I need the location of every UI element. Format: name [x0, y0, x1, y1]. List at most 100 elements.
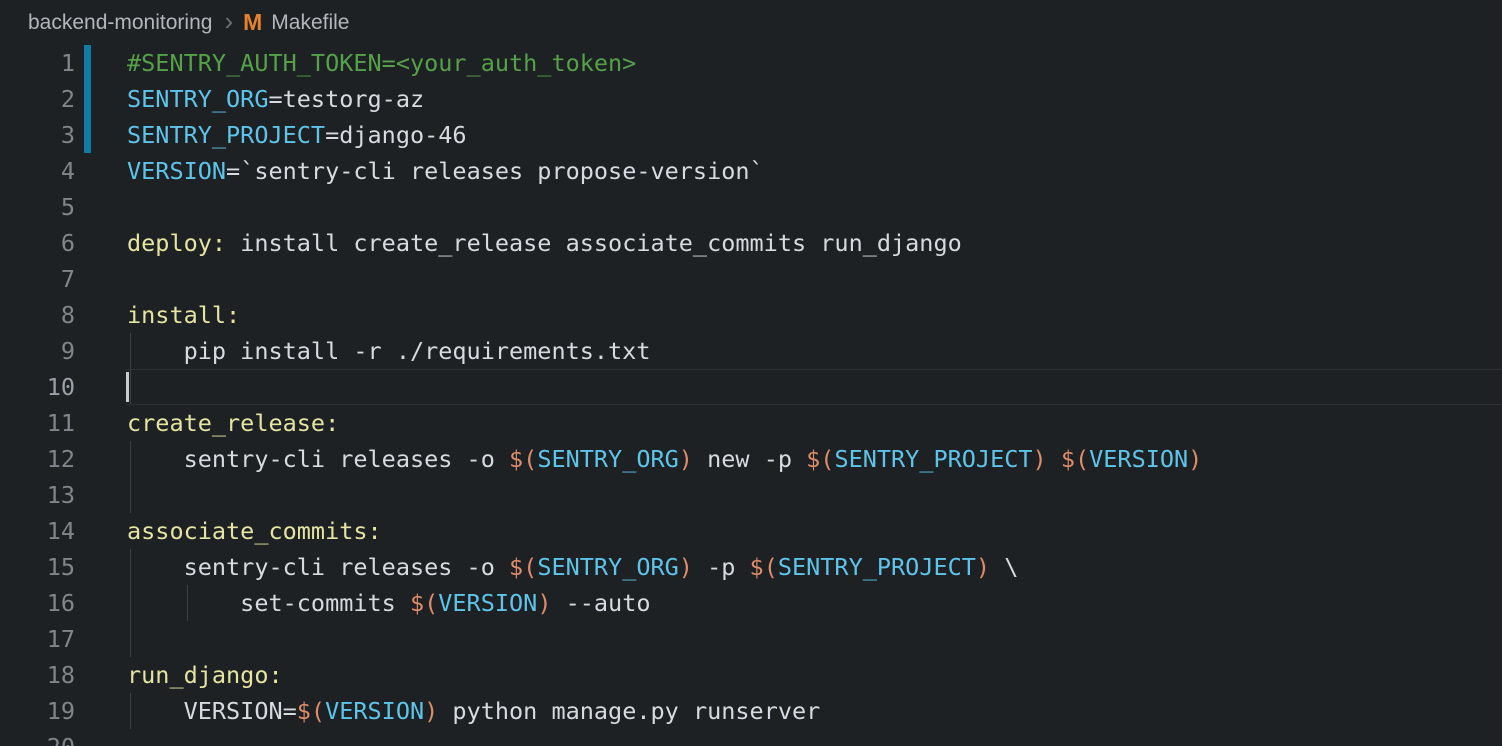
code-text: deploy: install create_release associate…: [127, 225, 962, 261]
indent-guide: [130, 621, 131, 657]
line-number[interactable]: 17: [0, 621, 75, 657]
token-target: associate_commits:: [127, 517, 382, 545]
line-number[interactable]: 18: [0, 657, 75, 693]
indent-guide: [130, 369, 131, 405]
token-punct: $(: [509, 445, 537, 473]
chevron-right-icon: ›: [224, 8, 233, 34]
token-punct: ): [1033, 445, 1047, 473]
token-var: SENTRY_PROJECT: [127, 121, 325, 149]
token-punct: ): [537, 589, 551, 617]
token-comment: #SENTRY_AUTH_TOKEN=<your_auth_token>: [127, 49, 636, 77]
code-editor[interactable]: 1 #SENTRY_AUTH_TOKEN=<your_auth_token> 2 SE…: [0, 45, 1502, 746]
code-line[interactable]: 17: [0, 621, 1502, 657]
token-punct: $(: [806, 445, 834, 473]
editor-window: backend-monitoring › M Makefile 1 #SENTRY…: [0, 0, 1502, 746]
line-number[interactable]: 7: [0, 261, 75, 297]
line-number[interactable]: 20: [0, 729, 75, 746]
token-target: create_release:: [127, 409, 339, 437]
line-number[interactable]: 15: [0, 549, 75, 585]
code-line[interactable]: 4 VERSION=`sentry-cli releases propose-ve…: [0, 153, 1502, 189]
line-number[interactable]: 3: [0, 117, 75, 153]
token-punct: $(: [750, 553, 778, 581]
token-text: python manage.py runserver: [438, 697, 820, 725]
token-text: =django-46: [325, 121, 466, 149]
code-line[interactable]: 15 sentry-cli releases -o $(SENTRY_ORG) …: [0, 549, 1502, 585]
token-var: SENTRY_ORG: [127, 85, 268, 113]
token-text: -p: [693, 553, 750, 581]
code-line[interactable]: 11 create_release:: [0, 405, 1502, 441]
token-target: install:: [127, 301, 240, 329]
token-text: =`sentry-cli releases propose-version`: [226, 157, 764, 185]
code-line[interactable]: 3 SENTRY_PROJECT=django-46: [0, 117, 1502, 153]
line-number[interactable]: 8: [0, 297, 75, 333]
code-text: run_django:: [127, 657, 283, 693]
token-punct: $(: [410, 589, 438, 617]
token-punct: ): [1188, 445, 1202, 473]
code-line[interactable]: 7: [0, 261, 1502, 297]
token-var: SENTRY_ORG: [537, 445, 678, 473]
code-text: create_release:: [127, 405, 339, 441]
token-punct: ): [424, 697, 438, 725]
text-cursor: [126, 372, 129, 402]
code-text: install:: [127, 297, 240, 333]
code-line[interactable]: 18 run_django:: [0, 657, 1502, 693]
code-line[interactable]: 8 install:: [0, 297, 1502, 333]
breadcrumb-folder[interactable]: backend-monitoring: [28, 11, 212, 35]
token-punct: ): [679, 553, 693, 581]
code-line[interactable]: 20: [0, 729, 1502, 746]
code-text: SENTRY_ORG=testorg-az: [127, 81, 424, 117]
code-line[interactable]: 19 VERSION=$(VERSION) python manage.py r…: [0, 693, 1502, 729]
code-line[interactable]: 5: [0, 189, 1502, 225]
token-text: pip install -r ./requirements.txt: [127, 337, 650, 365]
code-line[interactable]: 13: [0, 477, 1502, 513]
code-line[interactable]: 16 set-commits $(VERSION) --auto: [0, 585, 1502, 621]
line-number[interactable]: 1: [0, 45, 75, 81]
token-punct: ): [679, 445, 693, 473]
code-line[interactable]: 9 pip install -r ./requirements.txt: [0, 333, 1502, 369]
line-number[interactable]: 13: [0, 477, 75, 513]
token-text: =testorg-az: [268, 85, 424, 113]
line-number[interactable]: 5: [0, 189, 75, 225]
code-line[interactable]: 10: [0, 369, 1502, 405]
token-var: VERSION: [438, 589, 537, 617]
code-line[interactable]: 6 deploy: install create_release associat…: [0, 225, 1502, 261]
token-text: new -p: [693, 445, 806, 473]
line-number[interactable]: 10: [0, 369, 75, 405]
makefile-icon: M: [243, 11, 262, 34]
code-line[interactable]: 1 #SENTRY_AUTH_TOKEN=<your_auth_token>: [0, 45, 1502, 81]
code-text: set-commits $(VERSION) --auto: [127, 585, 651, 621]
line-number[interactable]: 14: [0, 513, 75, 549]
line-number[interactable]: 4: [0, 153, 75, 189]
indent-guide: [130, 477, 131, 513]
line-number[interactable]: 11: [0, 405, 75, 441]
code-line[interactable]: 14 associate_commits:: [0, 513, 1502, 549]
code-text: #SENTRY_AUTH_TOKEN=<your_auth_token>: [127, 45, 636, 81]
code-line[interactable]: 12 sentry-cli releases -o $(SENTRY_ORG) …: [0, 441, 1502, 477]
modified-indicator-bar: [84, 81, 91, 117]
token-text: VERSION=: [127, 697, 297, 725]
token-var: SENTRY_PROJECT: [834, 445, 1032, 473]
current-line-highlight: [126, 369, 1502, 405]
line-number[interactable]: 12: [0, 441, 75, 477]
line-number[interactable]: 9: [0, 333, 75, 369]
code-text: sentry-cli releases -o $(SENTRY_ORG) new…: [127, 441, 1202, 477]
token-var: SENTRY_ORG: [537, 553, 678, 581]
line-number[interactable]: 2: [0, 81, 75, 117]
code-line[interactable]: 2 SENTRY_ORG=testorg-az: [0, 81, 1502, 117]
modified-indicator-bar: [84, 117, 91, 153]
breadcrumb-file[interactable]: Makefile: [271, 11, 349, 35]
code-text: SENTRY_PROJECT=django-46: [127, 117, 467, 153]
token-var: VERSION: [325, 697, 424, 725]
token-text: --auto: [551, 589, 650, 617]
token-text: sentry-cli releases -o: [127, 553, 509, 581]
line-number[interactable]: 19: [0, 693, 75, 729]
token-punct: $(: [509, 553, 537, 581]
breadcrumb: backend-monitoring › M Makefile: [0, 0, 1502, 45]
line-number[interactable]: 16: [0, 585, 75, 621]
code-text: VERSION=`sentry-cli releases propose-ver…: [127, 153, 764, 189]
code-text: pip install -r ./requirements.txt: [127, 333, 650, 369]
code-text: associate_commits:: [127, 513, 382, 549]
token-punct: $(: [1061, 445, 1089, 473]
line-number[interactable]: 6: [0, 225, 75, 261]
token-text: \: [990, 553, 1018, 581]
